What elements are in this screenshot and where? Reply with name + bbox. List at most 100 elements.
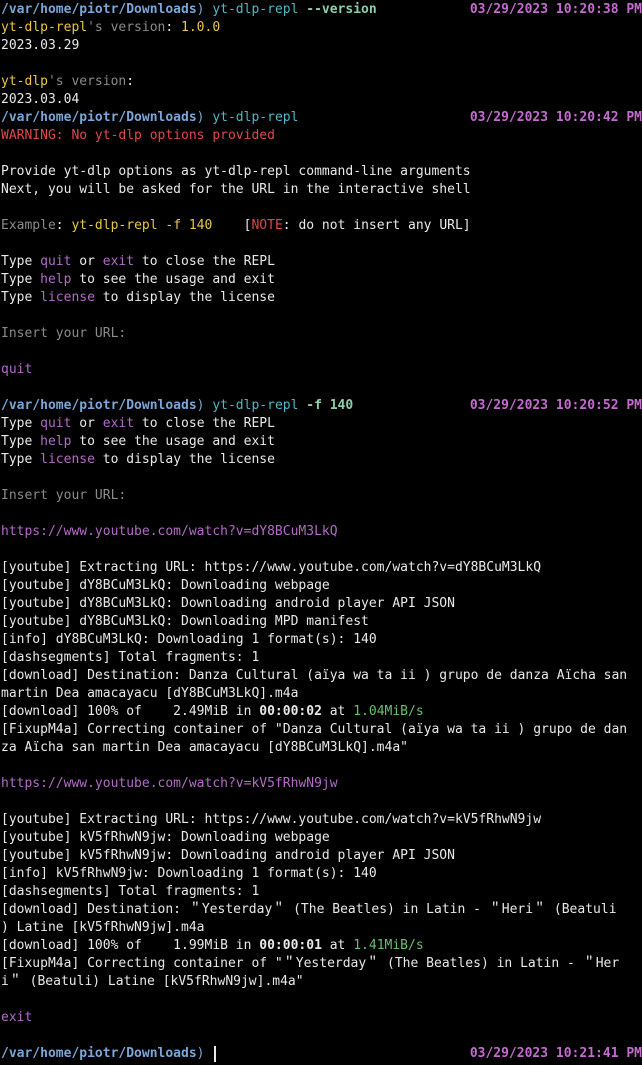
prompt-separator: ) [196, 110, 205, 125]
output-segment: ) Latine [kV5fRhwN9jw].m4a [1, 920, 205, 935]
output-segment: [download] 100% of 2.49MiB in [1, 704, 260, 719]
output-line: [youtube] kV5fRhwN9jw: Downloading webpa… [0, 829, 642, 847]
output-segment: [FixupM4a] Correcting container of "＂Yes… [1, 956, 620, 971]
text-cursor[interactable] [213, 1045, 216, 1062]
output-segment: license [40, 290, 95, 305]
output-segment: Type [1, 416, 41, 431]
output-line: [youtube] dY8BCuM3LkQ: Downloading andro… [0, 595, 642, 613]
output-segment: quit [40, 254, 72, 269]
output-segment: exit [102, 416, 135, 431]
output-line: [FixupM4a] Correcting container of "Danz… [0, 721, 642, 739]
output-segment: https://www.youtube.com/watch?v=kV5fRhwN… [1, 776, 338, 791]
output-line: https://www.youtube.com/watch?v=dY8BCuM3… [0, 523, 642, 541]
output-segment: to display the license [94, 290, 275, 305]
output-line: [info] kV5fRhwN9jw: Downloading 1 format… [0, 865, 642, 883]
terminal-window[interactable]: /var/home/piotr/Downloads) yt-dlp-repl -… [0, 0, 642, 1065]
output-segment: [info] kV5fRhwN9jw: Downloading 1 format… [1, 866, 377, 881]
output-segment: 1.41MiB/s [353, 938, 424, 953]
output-line: [download] 100% of 2.49MiB in 00:00:02 a… [0, 703, 642, 721]
output-segment: [dashsegments] Total fragments: 1 [1, 650, 260, 665]
output-segment: Type [1, 290, 41, 305]
output-line: [youtube] dY8BCuM3LkQ: Downloading webpa… [0, 577, 642, 595]
output-line: [download] 100% of 1.99MiB in 00:00:01 a… [0, 937, 642, 955]
output-segment: : do not insert any URL] [282, 218, 471, 233]
prompt-timestamp: 03/29/2023 10:21:41 PM [469, 1046, 642, 1061]
output-line: WARNING: No yt-dlp options provided [0, 127, 642, 145]
output-line: Type help to see the usage and exit [0, 433, 642, 451]
output-segment: to see the usage and exit [71, 272, 275, 287]
output-segment: help [40, 434, 72, 449]
output-segment: 1.0.0 [181, 20, 221, 35]
output-segment: [youtube] Extracting URL: https://www.yo… [1, 560, 542, 575]
output-line: za Aïcha san martin Dea amacayacu [dY8BC… [0, 739, 642, 757]
prompt-path: /var/home/piotr/Downloads [1, 2, 197, 17]
output-segment: 1.04MiB/s [353, 704, 424, 719]
output-segment: [youtube] kV5fRhwN9jw: Downloading andro… [1, 848, 455, 863]
output-line: martin Dea amacayacu [dY8BCuM3LkQ].m4a [0, 685, 642, 703]
output-segment: at [321, 704, 354, 719]
output-segment: to close the REPL [134, 254, 275, 269]
output-segment: Type [1, 434, 41, 449]
output-segment: NOTE [251, 218, 283, 233]
prompt-command: yt-dlp-repl [212, 110, 299, 125]
output-line: Type license to display the license [0, 289, 642, 307]
output-segment: : [55, 218, 72, 233]
output-segment: yt-dlp-repl -f 140 [71, 218, 213, 233]
output-segment: Type [1, 254, 41, 269]
output-segment: [youtube] dY8BCuM3LkQ: Downloading andro… [1, 596, 455, 611]
output-segment: 's version [87, 20, 166, 35]
output-segment: exit [102, 254, 135, 269]
output-segment: or [71, 416, 103, 431]
output-segment: WARNING: No yt-dlp options provided [1, 128, 275, 143]
output-segment: 2023.03.04 [1, 92, 80, 107]
output-line: [youtube] kV5fRhwN9jw: Downloading andro… [0, 847, 642, 865]
output-line: Type help to see the usage and exit [0, 271, 642, 289]
prompt-command: yt-dlp-repl [212, 398, 299, 413]
output-line: Next, you will be asked for the URL in t… [0, 181, 642, 199]
output-line: i＂ (Beatuli) Latine [kV5fRhwN9jw].m4a" [0, 973, 642, 991]
output-segment: [ [212, 218, 252, 233]
output-segment: [download] 100% of 1.99MiB in [1, 938, 260, 953]
output-segment: at [321, 938, 354, 953]
output-line: 2023.03.29 [0, 37, 642, 55]
output-line: Provide yt-dlp options as yt-dlp-repl co… [0, 163, 642, 181]
shell-prompt-line: /var/home/piotr/Downloads) 03/29/2023 10:… [0, 1045, 642, 1063]
output-line: [youtube] dY8BCuM3LkQ: Downloading MPD m… [0, 613, 642, 631]
output-segment: quit [1, 362, 33, 377]
output-segment: [FixupM4a] Correcting container of "Danz… [1, 722, 628, 737]
output-segment: [download] Destination: ＂Yesterday＂ (The… [1, 902, 617, 917]
shell-prompt-line: /var/home/piotr/Downloads) yt-dlp-repl 03… [0, 109, 642, 127]
output-segment: [youtube] Extracting URL: https://www.yo… [1, 812, 542, 827]
output-line: exit [0, 1009, 642, 1027]
output-line: [FixupM4a] Correcting container of "＂Yes… [0, 955, 642, 973]
output-segment: [youtube] kV5fRhwN9jw: Downloading webpa… [1, 830, 330, 845]
output-segment: or [71, 254, 103, 269]
output-line: [dashsegments] Total fragments: 1 [0, 649, 642, 667]
prompt-path: /var/home/piotr/Downloads [1, 398, 197, 413]
output-segment: Insert your URL: [1, 488, 127, 503]
prompt-timestamp: 03/29/2023 10:20:38 PM [469, 2, 642, 17]
output-segment: 00:00:01 [259, 938, 322, 953]
prompt-separator: ) [196, 1046, 205, 1061]
output-line: quit [0, 361, 642, 379]
prompt-arguments: --version [306, 2, 377, 17]
output-line: yt-dlp's version: [0, 73, 642, 91]
output-segment: Example [1, 218, 56, 233]
output-line: 2023.03.04 [0, 91, 642, 109]
output-line: ) Latine [kV5fRhwN9jw].m4a [0, 919, 642, 937]
prompt-path: /var/home/piotr/Downloads [1, 110, 197, 125]
output-segment: Type [1, 452, 41, 467]
output-segment: Next, you will be asked for the URL in t… [1, 182, 471, 197]
output-segment: Insert your URL: [1, 326, 127, 341]
